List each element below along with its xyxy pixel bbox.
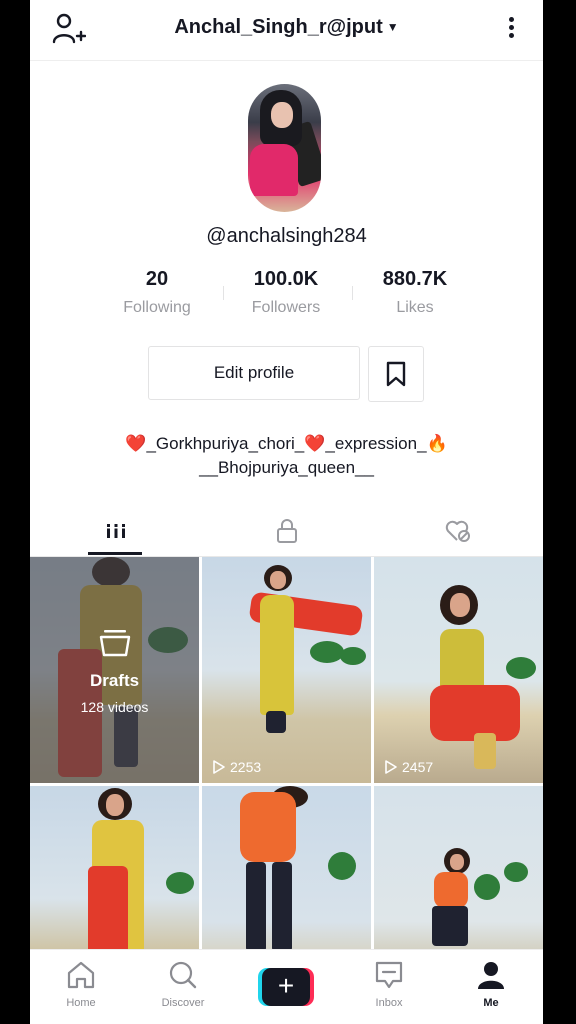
lock-icon xyxy=(276,519,297,543)
video-grid: Drafts 128 videos 2253 2457 xyxy=(30,557,543,1012)
nav-inbox-label: Inbox xyxy=(375,997,403,1009)
stat-followers-value: 100.0K xyxy=(253,268,319,290)
caret-down-icon: ▼ xyxy=(386,20,399,34)
username-title: Anchal_Singh_r@jput xyxy=(174,16,383,38)
stat-followers-label: Followers xyxy=(251,299,321,316)
avatar[interactable] xyxy=(248,84,321,212)
plus-icon: + xyxy=(262,968,310,1006)
nav-me[interactable]: Me xyxy=(451,960,531,1009)
stat-divider xyxy=(223,286,224,300)
stat-divider xyxy=(352,286,353,300)
bio-text: _expression_ xyxy=(325,434,427,453)
bottom-nav: Home Discover + Inbox Me xyxy=(30,949,543,1024)
edit-profile-button[interactable]: Edit profile xyxy=(148,346,360,400)
stat-followers[interactable]: 100.0K Followers xyxy=(231,268,341,317)
nav-home-label: Home xyxy=(66,997,96,1009)
stat-likes[interactable]: 880.7K Likes xyxy=(360,268,470,317)
videos-grid-icon xyxy=(106,522,125,538)
play-icon xyxy=(385,760,397,774)
stat-likes-value: 880.7K xyxy=(382,268,448,290)
heart-emoji: ❤️ xyxy=(125,434,147,453)
bio-line-1: ❤️_Gorkhpuriya_chori_❤️_expression_🔥 xyxy=(30,432,543,456)
home-icon xyxy=(67,961,95,989)
tab-videos[interactable] xyxy=(30,506,201,556)
bio-line-2: __Bhojpuriya_queen__ xyxy=(199,458,374,477)
view-count: 2457 xyxy=(384,759,433,775)
content-tabs xyxy=(30,506,543,557)
play-icon xyxy=(213,760,225,774)
nav-home[interactable]: Home xyxy=(41,960,121,1009)
stat-following-value: 20 xyxy=(145,268,169,290)
profile-handle: @anchalsingh284 xyxy=(206,225,367,247)
bookmark-button[interactable] xyxy=(368,346,424,402)
nav-discover-label: Discover xyxy=(161,997,205,1009)
video-thumbnail[interactable]: 2253 xyxy=(202,557,371,783)
drafts-icon xyxy=(99,630,131,657)
username-dropdown[interactable]: Anchal_Singh_r@jput ▼ xyxy=(30,16,543,39)
tab-liked[interactable] xyxy=(372,506,543,556)
stat-following[interactable]: 20 Following xyxy=(102,268,212,317)
stat-likes-label: Likes xyxy=(396,299,434,316)
liked-heart-icon xyxy=(445,520,470,542)
nav-inbox[interactable]: Inbox xyxy=(349,960,429,1009)
profile-bio: ❤️_Gorkhpuriya_chori_❤️_expression_🔥 __B… xyxy=(30,432,543,480)
drafts-overlay xyxy=(30,557,199,783)
profile-icon xyxy=(478,962,504,989)
view-count: 2253 xyxy=(212,759,261,775)
video-thumbnail[interactable]: 2457 xyxy=(374,557,543,783)
create-button[interactable]: + xyxy=(258,968,314,1006)
heart-emoji: ❤️ xyxy=(304,434,326,453)
bookmark-icon xyxy=(386,361,406,387)
drafts-tile[interactable]: Drafts 128 videos xyxy=(30,557,199,783)
more-vertical-icon[interactable] xyxy=(501,14,521,42)
bio-text: _Gorkhpuriya_chori_ xyxy=(146,434,305,453)
search-icon xyxy=(169,961,197,989)
view-count-text: 2457 xyxy=(402,759,434,775)
nav-me-label: Me xyxy=(483,997,499,1009)
active-tab-indicator xyxy=(88,552,142,555)
nav-discover[interactable]: Discover xyxy=(143,960,223,1009)
stat-following-label: Following xyxy=(123,299,191,316)
view-count-text: 2253 xyxy=(230,759,262,775)
tab-private[interactable] xyxy=(201,506,372,556)
fire-emoji: 🔥 xyxy=(426,434,448,453)
drafts-label: Drafts xyxy=(89,671,140,690)
profile-stats: 20 Following 100.0K Followers 880.7K Lik… xyxy=(120,268,450,328)
profile-screen: Anchal_Singh_r@jput ▼ @anchalsingh284 20 … xyxy=(30,0,543,1024)
inbox-icon xyxy=(375,961,403,989)
top-bar: Anchal_Singh_r@jput ▼ xyxy=(30,0,543,61)
drafts-count: 128 videos xyxy=(80,699,149,715)
